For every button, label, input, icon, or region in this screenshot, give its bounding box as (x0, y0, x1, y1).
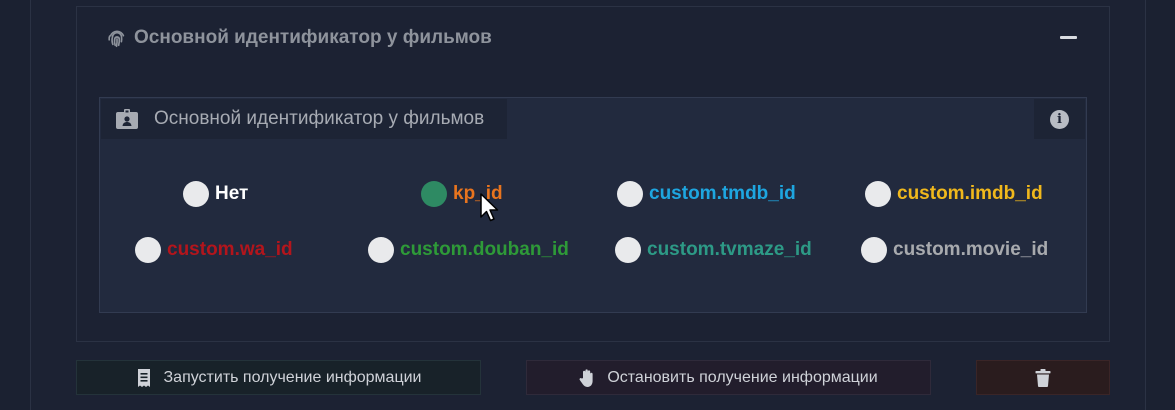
receipt-icon (137, 368, 150, 387)
radio-option-tmdb-id[interactable]: custom.tmdb_id (617, 180, 796, 208)
radio-option-imdb-id[interactable]: custom.imdb_id (865, 180, 1043, 208)
info-icon: i (1050, 109, 1069, 129)
hand-icon (579, 368, 593, 387)
trash-icon (1035, 368, 1051, 387)
stop-fetch-button[interactable]: Остановить получение информации (526, 360, 931, 395)
radio-label: custom.tmdb_id (649, 183, 796, 204)
radio-circle[interactable] (861, 237, 887, 263)
radio-option-none[interactable]: Нет (183, 180, 248, 208)
fingerprint-icon (108, 30, 125, 48)
stop-fetch-label: Остановить получение информации (607, 368, 878, 386)
panel-title: Основной идентификатор у фильмов (101, 99, 507, 139)
delete-button[interactable] (976, 360, 1110, 395)
radio-circle[interactable] (421, 181, 447, 207)
radio-option-movie-id[interactable]: custom.movie_id (861, 236, 1048, 264)
mouse-cursor-icon (480, 193, 499, 222)
radio-label: custom.imdb_id (897, 183, 1043, 204)
section-header[interactable]: Основной идентификатор у фильмов (106, 24, 492, 52)
radio-label: custom.douban_id (400, 239, 569, 260)
radio-label: custom.movie_id (893, 239, 1049, 260)
radio-circle[interactable] (183, 181, 209, 207)
section-title: Основной идентификатор у фильмов (134, 27, 492, 48)
id-badge-icon (116, 109, 138, 129)
radio-label: custom.wa_id (167, 239, 293, 260)
radio-label: Нет (215, 183, 249, 204)
panel-title-text: Основной идентификатор у фильмов (154, 108, 485, 129)
radio-circle[interactable] (617, 181, 643, 207)
radio-circle[interactable] (615, 237, 641, 263)
info-button[interactable]: i (1034, 99, 1085, 139)
radio-option-wa-id[interactable]: custom.wa_id (135, 236, 293, 264)
radio-option-tvmaze-id[interactable]: custom.tvmaze_id (615, 236, 812, 264)
page: Основной идентификатор у фильмов Основно… (0, 0, 1175, 410)
radio-circle[interactable] (135, 237, 161, 263)
start-fetch-button[interactable]: Запустить получение информации (76, 360, 481, 395)
start-fetch-label: Запустить получение информации (163, 368, 422, 386)
collapse-button[interactable] (1060, 31, 1078, 45)
radio-circle[interactable] (368, 237, 394, 263)
radio-circle[interactable] (865, 181, 891, 207)
radio-option-douban-id[interactable]: custom.douban_id (368, 236, 569, 264)
radio-label: custom.tvmaze_id (647, 239, 812, 260)
